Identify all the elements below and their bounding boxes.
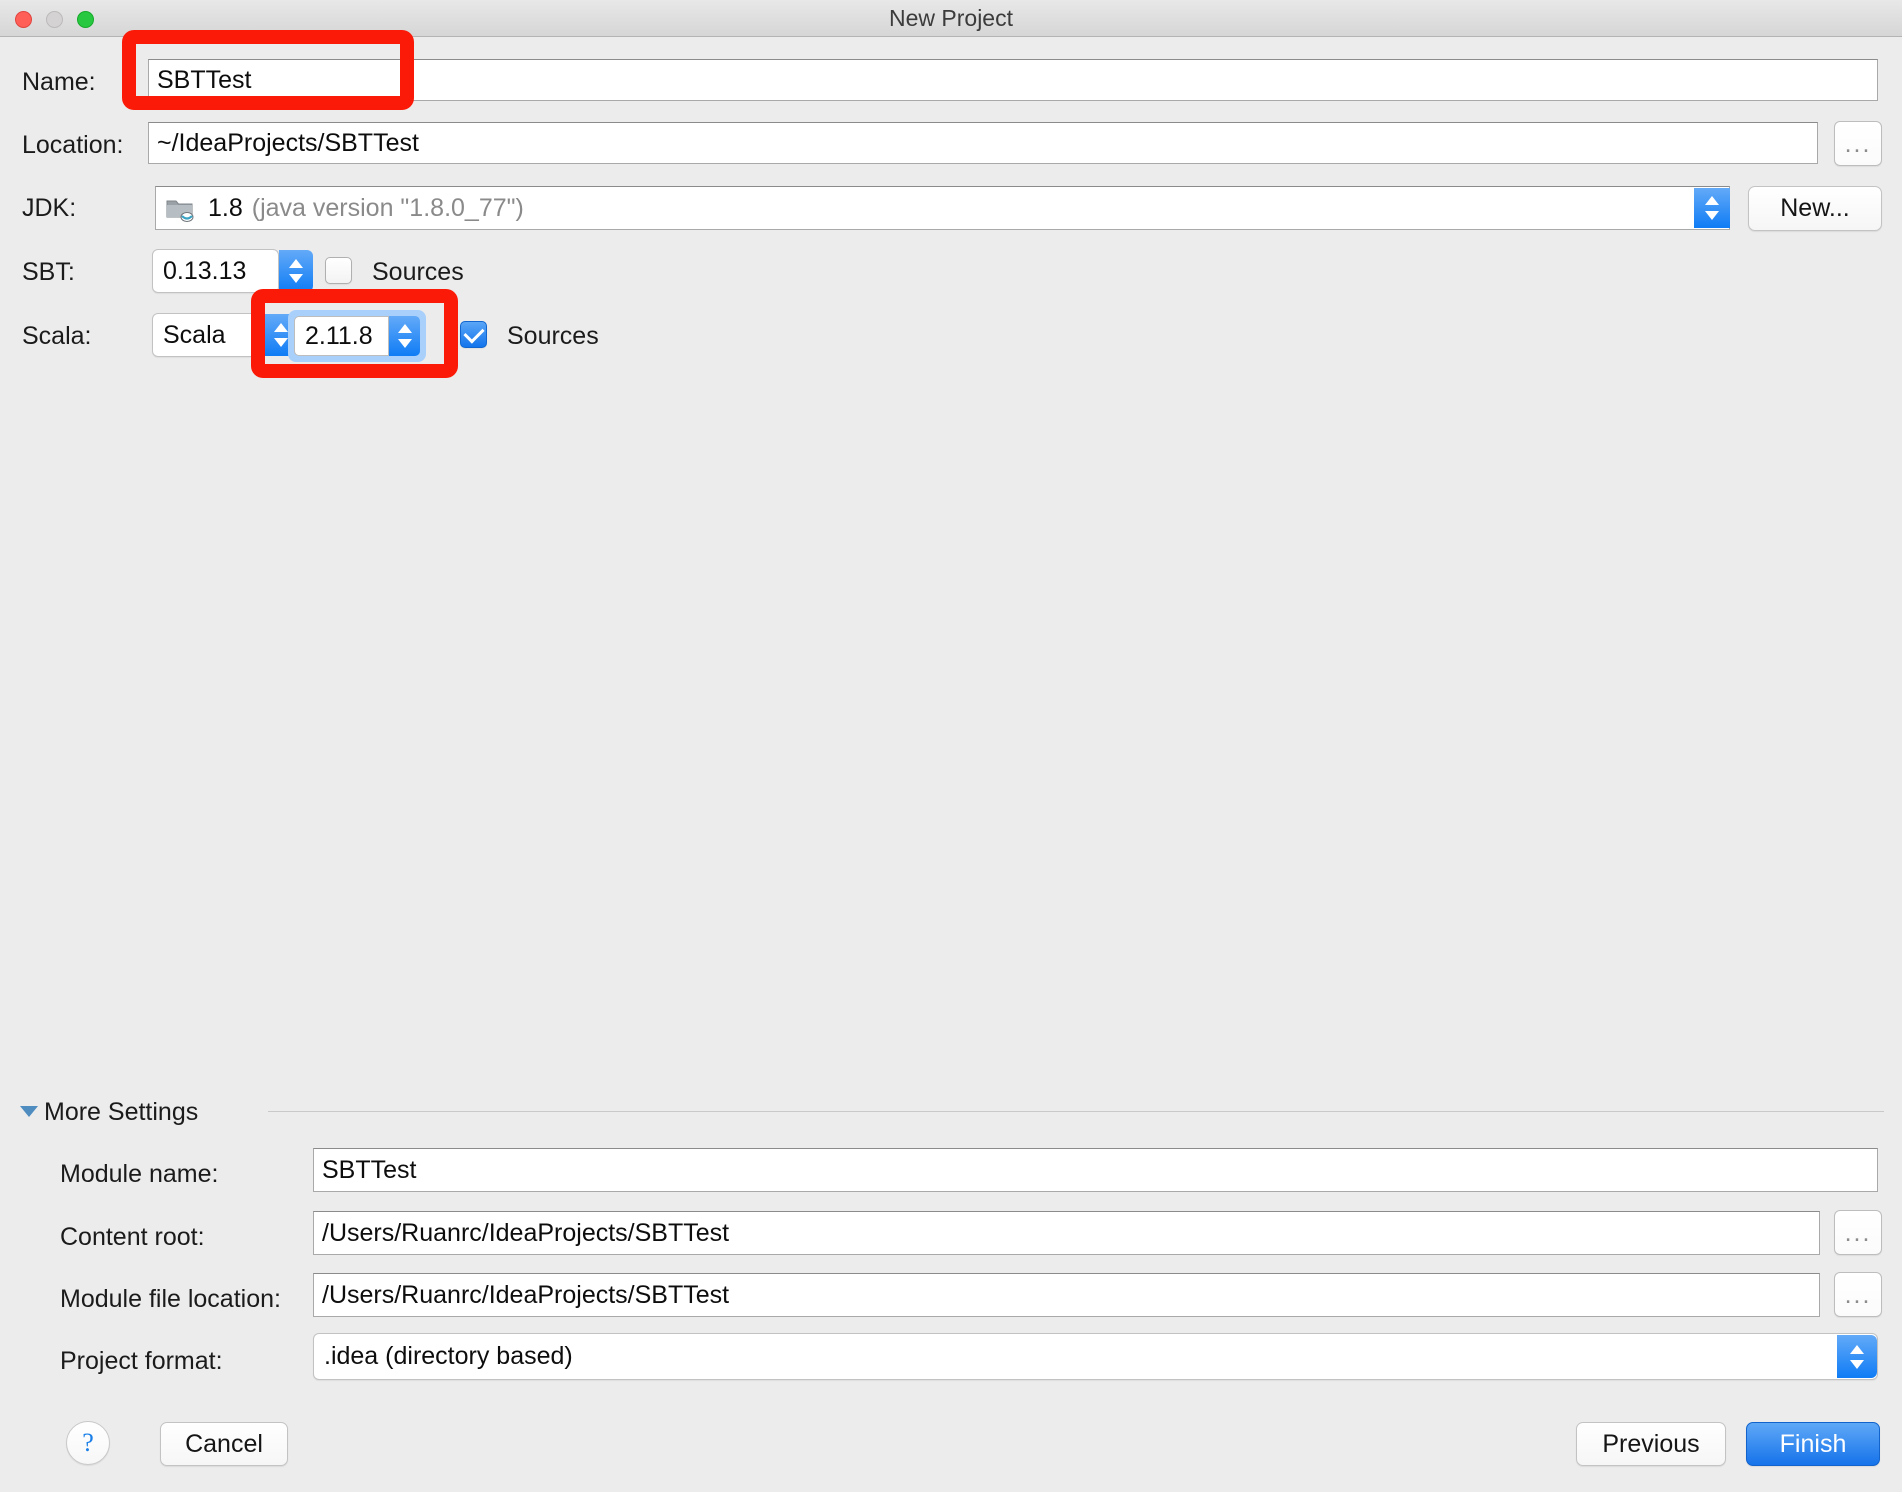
scala-version-stepper[interactable] [389,316,420,356]
project-format-label: Project format: [60,1347,223,1375]
content-root-input[interactable]: /Users/Ruanrc/IdeaProjects/SBTTest [313,1211,1820,1255]
content-root-browse-button[interactable]: ... [1834,1210,1882,1255]
project-location-input[interactable]: ~/IdeaProjects/SBTTest [148,122,1818,164]
location-label: Location: [22,131,124,159]
more-settings-label: More Settings [44,1098,199,1126]
project-format-stepper[interactable] [1837,1335,1877,1378]
name-label: Name: [22,68,96,96]
finish-button[interactable]: Finish [1746,1422,1880,1466]
window-title: New Project [889,5,1013,31]
module-file-location-label: Module file location: [60,1285,281,1313]
previous-button[interactable]: Previous [1576,1422,1726,1466]
scala-label: Scala: [22,322,92,350]
scala-sources-checkbox[interactable] [460,321,487,348]
project-name-input[interactable]: SBTTest [148,59,1878,101]
sbt-version-input[interactable]: 0.13.13 [152,249,279,293]
sbt-version-stepper[interactable] [279,250,313,292]
scala-kind-combobox[interactable]: Scala [152,313,264,357]
jdk-new-button[interactable]: New... [1748,186,1882,231]
new-project-dialog: New Project Name: SBTTest Location: ~/Id… [0,0,1902,1492]
scala-sources-label: Sources [507,322,599,350]
location-browse-button[interactable]: ... [1834,121,1882,166]
scala-version-input[interactable]: 2.11.8 [294,316,389,356]
jdk-stepper[interactable] [1694,188,1730,228]
jdk-label: JDK: [22,194,77,222]
jdk-folder-icon [166,196,194,222]
sbt-sources-checkbox[interactable] [325,257,352,284]
module-file-location-input[interactable]: /Users/Ruanrc/IdeaProjects/SBTTest [313,1273,1820,1317]
help-button[interactable]: ? [66,1421,110,1465]
sbt-label: SBT: [22,258,75,286]
project-format-combobox[interactable]: .idea (directory based) [313,1333,1878,1380]
jdk-value: 1.8 [208,193,243,222]
jdk-version-detail: (java version "1.8.0_77") [251,193,524,222]
more-settings-divider [268,1111,1884,1112]
more-settings-disclosure-icon[interactable] [20,1106,38,1117]
content-root-label: Content root: [60,1223,205,1251]
window-titlebar: New Project [0,0,1902,37]
cancel-button[interactable]: Cancel [160,1422,288,1466]
module-name-label: Module name: [60,1160,219,1188]
module-file-location-browse-button[interactable]: ... [1834,1272,1882,1317]
sbt-sources-label: Sources [372,258,464,286]
jdk-combobox[interactable]: 1.8 (java version "1.8.0_77") [155,186,1730,230]
module-name-input[interactable]: SBTTest [313,1148,1878,1192]
